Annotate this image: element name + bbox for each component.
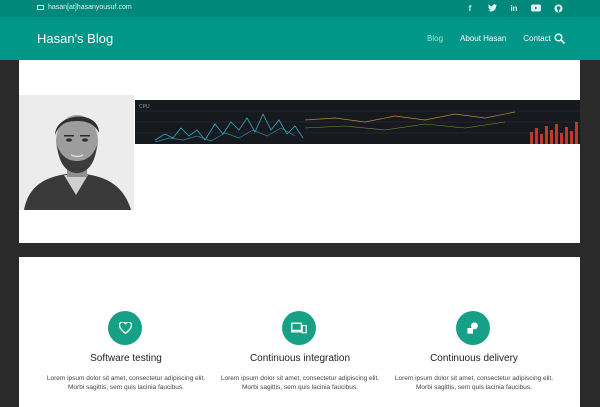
linkedin-icon[interactable]: in: [508, 2, 520, 14]
feature-description: Lorem ipsum dolor sit amet, consectetur …: [46, 375, 206, 391]
youtube-icon[interactable]: [530, 2, 542, 14]
feature-title: Continuous delivery: [430, 353, 518, 364]
github-icon[interactable]: [552, 2, 564, 14]
feature-description: Lorem ipsum dolor sit amet, consectetur …: [220, 375, 380, 391]
email-contact[interactable]: hasan[at]hasanyousuf.com: [37, 4, 132, 11]
top-contact-bar: hasan[at]hasanyousuf.com f in: [0, 0, 600, 17]
feature-description: Lorem ipsum dolor sit amet, consectetur …: [394, 375, 554, 391]
section-divider: [0, 243, 600, 257]
devices-icon: [282, 311, 316, 345]
author-portrait: [19, 95, 134, 210]
heart-icon: [108, 311, 142, 345]
nav-item-contact[interactable]: Contact: [523, 34, 551, 43]
mail-icon: [37, 5, 44, 10]
nav-item-blog[interactable]: Blog: [427, 34, 443, 43]
nav-item-about[interactable]: About Hasan: [460, 34, 506, 43]
facebook-icon[interactable]: f: [464, 2, 476, 14]
search-icon[interactable]: [554, 32, 566, 45]
cpu-chart-banner: CPU: [135, 100, 580, 144]
email-text: hasan[at]hasanyousuf.com: [48, 4, 132, 11]
shapes-icon: [456, 311, 490, 345]
hero-section: CPU: [19, 60, 580, 243]
features-section: Software testing Lorem ipsum dolor sit a…: [19, 257, 580, 407]
twitter-icon[interactable]: [486, 2, 498, 14]
site-header: Hasan's Blog Blog About Hasan Contact: [0, 17, 600, 60]
feature-title: Continuous integration: [249, 353, 351, 364]
site-title[interactable]: Hasan's Blog: [37, 31, 113, 46]
main-nav: Blog About Hasan Contact: [427, 34, 551, 43]
feature-title: Software testing: [90, 353, 162, 364]
social-links: f in: [464, 2, 564, 14]
